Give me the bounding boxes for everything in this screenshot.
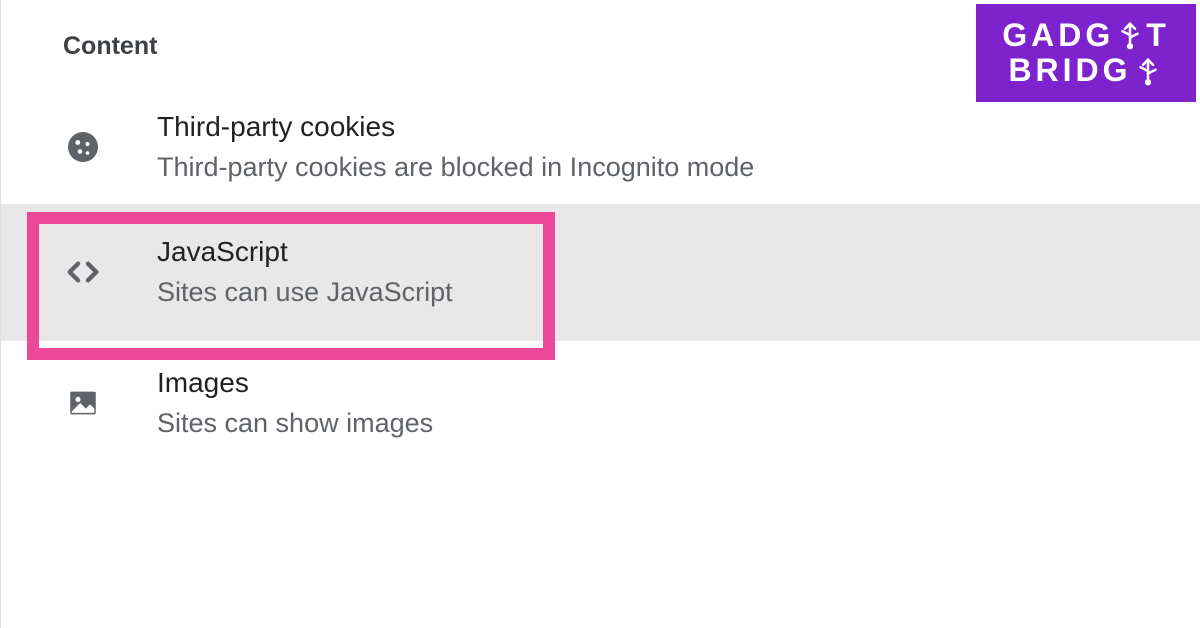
javascript-desc: Sites can use JavaScript [157,274,453,310]
gadget-bridge-logo: GADG T BRIDG [976,4,1196,102]
javascript-text: JavaScript Sites can use JavaScript [157,234,453,311]
cookies-row[interactable]: Third-party cookies Third-party cookies … [1,91,1200,204]
usb-icon [1133,56,1163,86]
cookies-title: Third-party cookies [157,109,754,145]
images-text: Images Sites can show images [157,365,433,442]
image-icon [63,383,103,423]
logo-text-2: BRIDG [1008,53,1131,88]
javascript-highlight-band: JavaScript Sites can use JavaScript [1,204,1200,341]
images-desc: Sites can show images [157,405,433,441]
javascript-title: JavaScript [157,234,453,270]
logo-text-1a: GADG [1002,18,1114,53]
cookies-desc: Third-party cookies are blocked in Incog… [157,149,754,185]
logo-text-1b: T [1146,18,1170,53]
cookies-text: Third-party cookies Third-party cookies … [157,109,754,186]
images-row[interactable]: Images Sites can show images [1,347,1200,460]
usb-icon [1115,20,1145,50]
cookie-icon [63,127,103,167]
javascript-row[interactable]: JavaScript Sites can use JavaScript [1,234,1200,311]
images-title: Images [157,365,433,401]
code-icon [63,252,103,292]
